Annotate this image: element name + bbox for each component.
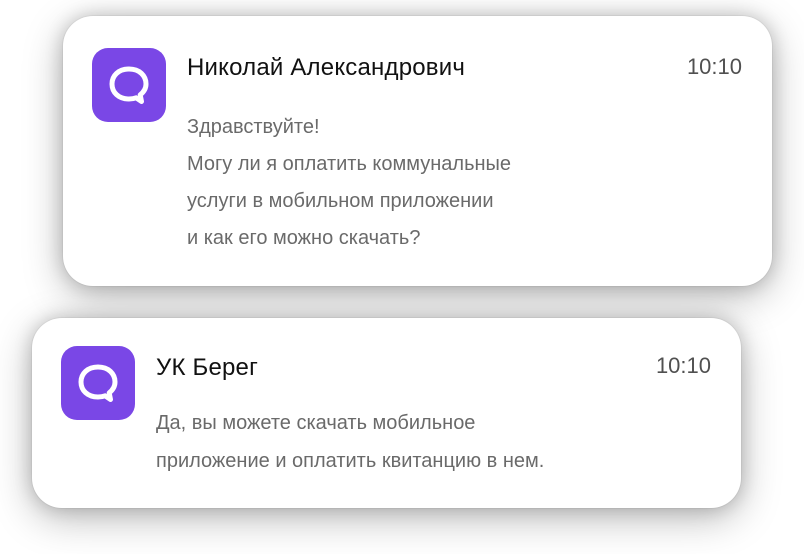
chat-bubble-icon xyxy=(61,346,135,420)
notification-card-1[interactable]: Николай Александрович 10:10 Здравствуйте… xyxy=(63,16,772,286)
message-body: Да, вы можете скачать мобильное приложен… xyxy=(156,404,544,480)
notification-card-2[interactable]: УК Берег 10:10 Да, вы можете скачать моб… xyxy=(32,318,741,508)
message-line: Да, вы можете скачать мобильное xyxy=(156,412,476,434)
sender-name: УК Берег xyxy=(156,354,259,381)
timestamp: 10:10 xyxy=(655,353,711,378)
message-line: и как его можно скачать? xyxy=(187,227,421,249)
message-line: услуги в мобильном приложении xyxy=(187,190,494,212)
timestamp: 10:10 xyxy=(686,54,742,79)
message-body: Здравствуйте! Могу ли я оплатить коммуна… xyxy=(187,109,511,257)
chat-bubble-icon xyxy=(92,48,166,122)
sender-name: Николай Александрович xyxy=(187,54,466,81)
message-line: Здравствуйте! xyxy=(187,116,320,138)
message-line: Могу ли я оплатить коммунальные xyxy=(187,153,512,175)
message-line: приложение и оплатить квитанцию в нем. xyxy=(156,450,545,472)
